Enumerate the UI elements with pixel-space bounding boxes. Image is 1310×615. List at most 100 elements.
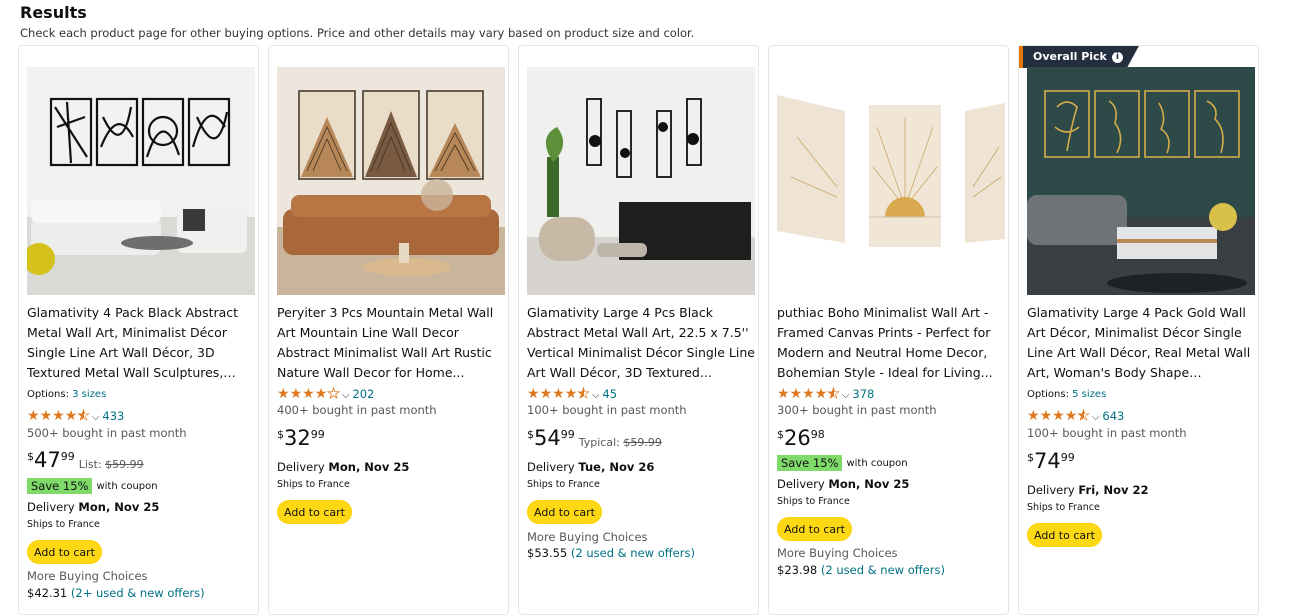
product-price[interactable]: $ 47 99 List: $59.99 <box>27 448 144 472</box>
price-whole: 54 <box>534 426 561 450</box>
add-to-cart-button[interactable]: Add to cart <box>27 540 102 564</box>
bought-count: 100+ bought in past month <box>527 403 687 417</box>
star-rating: ★ ★ ★ ★ ★ <box>527 386 590 402</box>
product-image[interactable] <box>1027 67 1255 295</box>
chevron-down-icon[interactable]: ⌵ <box>1092 412 1100 423</box>
price-whole: 32 <box>284 426 311 450</box>
coupon-badge: Save 15% <box>27 478 93 494</box>
add-to-cart-button[interactable]: Add to cart <box>527 500 602 524</box>
results-subtitle: Check each product page for other buying… <box>20 26 695 40</box>
options-label: Options: <box>27 389 69 400</box>
chevron-down-icon[interactable]: ⌵ <box>842 390 850 401</box>
more-buying-choices: More Buying Choices <box>27 569 148 583</box>
product-rating[interactable]: ★ ★ ★ ★ ★ ⌵ 643 <box>1027 408 1124 424</box>
product-image[interactable] <box>777 67 1005 295</box>
coupon: Save 15% with coupon <box>27 478 158 494</box>
delivery-date: Mon, Nov 25 <box>78 500 160 514</box>
rating-count[interactable]: 643 <box>1102 409 1124 423</box>
star-icon: ★ <box>39 408 53 424</box>
star-icon: ★ <box>552 386 565 402</box>
more-buying-choices: More Buying Choices <box>777 546 898 560</box>
price-fraction: 99 <box>560 428 575 441</box>
overall-pick-badge[interactable]: Overall Pick i <box>1019 46 1139 68</box>
chevron-down-icon[interactable]: ⌵ <box>342 390 350 401</box>
product-title[interactable]: Glamativity Large 4 Pack Gold Wall Art D… <box>1027 303 1255 383</box>
delivery-info: Delivery Fri, Nov 22 <box>1027 483 1149 497</box>
star-icon: ★ <box>27 408 40 424</box>
add-to-cart-button[interactable]: Add to cart <box>777 517 852 541</box>
product-image[interactable] <box>277 67 505 295</box>
product-title[interactable]: puthiac Boho Minimalist Wall Art - Frame… <box>777 303 1005 383</box>
star-rating: ★ ★ ★ ★ ★ <box>1027 409 1090 424</box>
product-price[interactable]: $ 54 99 Typical: $59.99 <box>527 426 662 450</box>
add-to-cart-button[interactable]: Add to cart <box>1027 523 1102 547</box>
ships-to: Ships to France <box>527 479 600 490</box>
price-symbol: $ <box>27 450 34 463</box>
delivery-date: Fri, Nov 22 <box>1078 483 1149 497</box>
bought-count: 400+ bought in past month <box>277 403 437 417</box>
price-symbol: $ <box>277 428 284 441</box>
badge-label: Overall Pick <box>1033 50 1107 63</box>
product-price[interactable]: $ 26 98 <box>777 426 825 450</box>
star-rating: ★ ★ ★ ★ ★ <box>27 408 90 424</box>
star-icon: ★ <box>289 386 303 402</box>
product-price[interactable]: $ 32 99 <box>277 426 325 450</box>
delivery-info: Delivery Mon, Nov 25 <box>777 477 909 491</box>
product-card: Overall Pick i Glamativity Large 4 Pack … <box>1018 45 1259 615</box>
product-title[interactable]: Glamativity Large 4 Pcs Black Abstract M… <box>527 303 755 383</box>
list-label: Typical: <box>578 436 620 449</box>
add-to-cart-button[interactable]: Add to cart <box>277 500 352 524</box>
star-icon: ★ <box>302 386 315 402</box>
delivery-info: Delivery Mon, Nov 25 <box>277 460 409 474</box>
chevron-down-icon[interactable]: ⌵ <box>592 390 600 401</box>
rating-count[interactable]: 378 <box>852 387 874 401</box>
rating-count[interactable]: 45 <box>602 387 617 401</box>
product-rating[interactable]: ★ ★ ★ ★ ★ ⌵ 433 <box>27 408 124 424</box>
coupon-text: with coupon <box>846 457 908 469</box>
star-rating: ★ ★ ★ ★ ★ <box>777 386 840 402</box>
product-title[interactable]: Peryiter 3 Pcs Mountain Metal Wall Art M… <box>277 303 505 383</box>
product-price[interactable]: $ 74 99 <box>1027 449 1075 473</box>
options-link[interactable]: 3 sizes <box>72 389 106 400</box>
offers-price: $23.98 <box>777 563 818 577</box>
ships-to: Ships to France <box>277 479 350 490</box>
product-rating[interactable]: ★ ★ ★ ★ ★ ⌵ 45 <box>527 386 617 402</box>
coupon-text: with coupon <box>96 480 158 492</box>
product-rating[interactable]: ★ ★ ★ ★ ★ ⌵ 202 <box>277 386 374 402</box>
product-title[interactable]: Glamativity 4 Pack Black Abstract Metal … <box>27 303 255 383</box>
star-icon: ★ <box>802 386 815 402</box>
star-icon: ★ <box>277 386 290 402</box>
options-label: Options: <box>1027 389 1069 400</box>
offers-link[interactable]: (2 used & new offers) <box>821 563 945 577</box>
list-price: Typical: $59.99 <box>579 436 662 449</box>
price-symbol: $ <box>777 428 784 441</box>
price-fraction: 98 <box>810 428 825 441</box>
results-grid: Glamativity 4 Pack Black Abstract Metal … <box>18 45 1263 615</box>
ships-to: Ships to France <box>27 519 100 530</box>
options-link[interactable]: 5 sizes <box>1072 389 1106 400</box>
price-whole: 47 <box>34 448 61 472</box>
rating-count[interactable]: 202 <box>352 387 374 401</box>
product-card: puthiac Boho Minimalist Wall Art - Frame… <box>768 45 1009 615</box>
product-rating[interactable]: ★ ★ ★ ★ ★ ⌵ 378 <box>777 386 874 402</box>
offers-link[interactable]: (2 used & new offers) <box>571 546 695 560</box>
delivery-label: Delivery <box>27 500 75 514</box>
price-symbol: $ <box>527 428 534 441</box>
star-icon: ★ <box>527 386 540 402</box>
info-icon[interactable]: i <box>1111 51 1123 63</box>
delivery-date: Mon, Nov 25 <box>328 460 410 474</box>
offers-line: $53.55 (2 used & new offers) <box>527 546 695 560</box>
product-image[interactable] <box>527 67 755 295</box>
rating-count[interactable]: 433 <box>102 409 124 423</box>
chevron-down-icon[interactable]: ⌵ <box>92 412 100 423</box>
price-whole: 74 <box>1034 449 1061 473</box>
bought-count: 300+ bought in past month <box>777 403 937 417</box>
star-half-icon: ★ <box>577 386 590 402</box>
product-card: Glamativity 4 Pack Black Abstract Metal … <box>18 45 259 615</box>
results-title: Results <box>20 3 87 22</box>
offers-link[interactable]: (2+ used & new offers) <box>71 586 205 600</box>
product-image[interactable] <box>27 67 255 295</box>
star-icon: ★ <box>777 386 790 402</box>
star-icon: ★ <box>64 408 78 424</box>
ships-to: Ships to France <box>1027 502 1100 513</box>
